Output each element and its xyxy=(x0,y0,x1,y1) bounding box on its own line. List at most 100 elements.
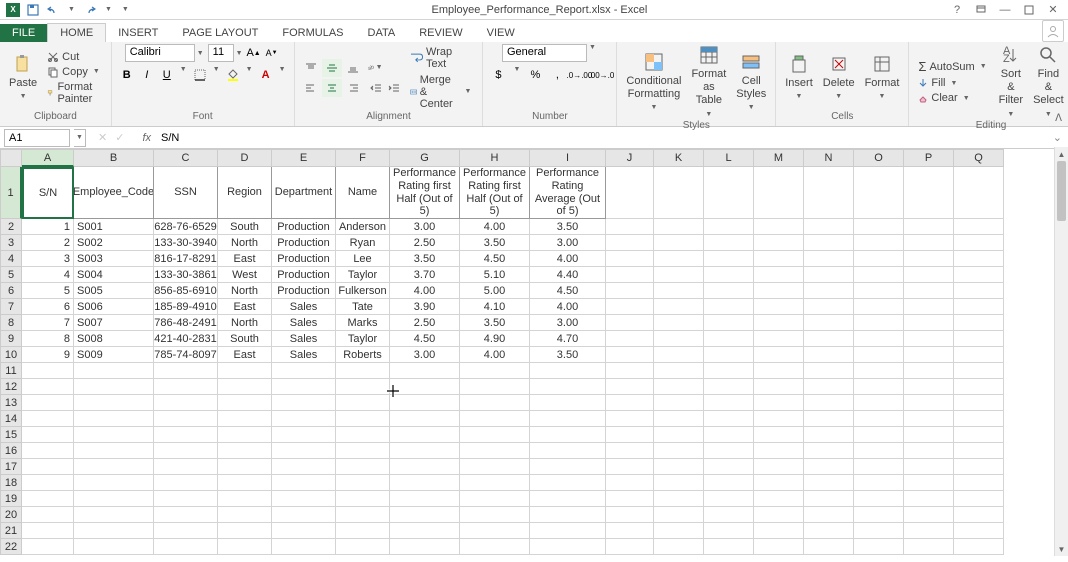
cell-H20[interactable] xyxy=(460,507,530,523)
comma-format-button[interactable]: , xyxy=(548,66,566,84)
column-header-C[interactable]: C xyxy=(154,149,218,167)
cut-button[interactable]: Cut xyxy=(44,50,105,64)
cell-D12[interactable] xyxy=(218,379,272,395)
row-header-7[interactable]: 7 xyxy=(0,299,22,315)
cell-N16[interactable] xyxy=(804,443,854,459)
cell-M2[interactable] xyxy=(754,219,804,235)
cell-L19[interactable] xyxy=(704,491,754,507)
increase-indent-button[interactable] xyxy=(385,79,403,97)
cell-G4[interactable]: 3.50 xyxy=(390,251,460,267)
cell-O10[interactable] xyxy=(854,347,904,363)
cell-F4[interactable]: Lee xyxy=(336,251,390,267)
scroll-up-icon[interactable]: ▲ xyxy=(1055,147,1068,161)
cell-C11[interactable] xyxy=(154,363,218,379)
cell-L20[interactable] xyxy=(704,507,754,523)
row-header-8[interactable]: 8 xyxy=(0,315,22,331)
cell-M12[interactable] xyxy=(754,379,804,395)
cell-M17[interactable] xyxy=(754,459,804,475)
cell-O4[interactable] xyxy=(854,251,904,267)
cell-D22[interactable] xyxy=(218,539,272,555)
cell-J2[interactable] xyxy=(606,219,654,235)
cell-G1[interactable]: Performance Rating first Half (Out of 5) xyxy=(390,167,460,219)
cell-B21[interactable] xyxy=(74,523,154,539)
align-middle-button[interactable] xyxy=(322,59,342,77)
cell-E17[interactable] xyxy=(272,459,336,475)
column-header-F[interactable]: F xyxy=(336,149,390,167)
row-header-11[interactable]: 11 xyxy=(0,363,22,379)
row-header-6[interactable]: 6 xyxy=(0,283,22,299)
cell-K17[interactable] xyxy=(654,459,704,475)
cell-E4[interactable]: Production xyxy=(272,251,336,267)
account-icon[interactable] xyxy=(1042,20,1064,42)
cell-G19[interactable] xyxy=(390,491,460,507)
column-header-Q[interactable]: Q xyxy=(954,149,1004,167)
clear-button[interactable]: Clear▼ xyxy=(915,91,991,105)
cell-L4[interactable] xyxy=(704,251,754,267)
redo-dropdown[interactable]: ▼ xyxy=(103,6,114,13)
cell-A17[interactable] xyxy=(22,459,74,475)
cell-C15[interactable] xyxy=(154,427,218,443)
cell-B10[interactable]: S009 xyxy=(74,347,154,363)
cell-O15[interactable] xyxy=(854,427,904,443)
font-name-select[interactable]: Calibri xyxy=(125,44,195,62)
cell-C7[interactable]: 185-89-4910 xyxy=(154,299,218,315)
cell-C5[interactable]: 133-30-3861 xyxy=(154,267,218,283)
cell-J8[interactable] xyxy=(606,315,654,331)
cell-D15[interactable] xyxy=(218,427,272,443)
cell-B11[interactable] xyxy=(74,363,154,379)
autosum-button[interactable]: ΣAutoSum▼ xyxy=(915,58,991,75)
formula-input[interactable]: S/N xyxy=(157,130,1047,146)
cell-E13[interactable] xyxy=(272,395,336,411)
cell-K21[interactable] xyxy=(654,523,704,539)
cell-L22[interactable] xyxy=(704,539,754,555)
cell-H5[interactable]: 5.10 xyxy=(460,267,530,283)
cell-I6[interactable]: 4.50 xyxy=(530,283,606,299)
column-header-J[interactable]: J xyxy=(606,149,654,167)
cell-D1[interactable]: Region xyxy=(218,167,272,219)
cell-K20[interactable] xyxy=(654,507,704,523)
accounting-format-button[interactable]: $ xyxy=(489,66,507,84)
cell-J17[interactable] xyxy=(606,459,654,475)
cell-L15[interactable] xyxy=(704,427,754,443)
cell-P16[interactable] xyxy=(904,443,954,459)
cell-B1[interactable]: Employee_Code xyxy=(74,167,154,219)
cell-A22[interactable] xyxy=(22,539,74,555)
tab-formulas[interactable]: FORMULAS xyxy=(270,24,355,42)
cell-J15[interactable] xyxy=(606,427,654,443)
cell-O18[interactable] xyxy=(854,475,904,491)
cell-N11[interactable] xyxy=(804,363,854,379)
cell-K3[interactable] xyxy=(654,235,704,251)
find-select-button[interactable]: Find & Select▼ xyxy=(1030,44,1067,120)
cell-A10[interactable]: 9 xyxy=(22,347,74,363)
merge-center-button[interactable]: Merge & Center▼ xyxy=(407,73,477,111)
cell-H2[interactable]: 4.00 xyxy=(460,219,530,235)
decrease-font-icon[interactable]: A▼ xyxy=(263,44,281,62)
cell-Q1[interactable] xyxy=(954,167,1004,219)
column-header-D[interactable]: D xyxy=(218,149,272,167)
cell-L14[interactable] xyxy=(704,411,754,427)
increase-font-icon[interactable]: A▲ xyxy=(245,44,263,62)
cell-I7[interactable]: 4.00 xyxy=(530,299,606,315)
cell-C13[interactable] xyxy=(154,395,218,411)
cell-L16[interactable] xyxy=(704,443,754,459)
font-size-select[interactable]: 11 xyxy=(208,44,234,62)
cell-J7[interactable] xyxy=(606,299,654,315)
cell-Q20[interactable] xyxy=(954,507,1004,523)
cell-E15[interactable] xyxy=(272,427,336,443)
cell-P2[interactable] xyxy=(904,219,954,235)
row-header-1[interactable]: 1 xyxy=(0,167,22,219)
cell-K5[interactable] xyxy=(654,267,704,283)
cell-N5[interactable] xyxy=(804,267,854,283)
cell-J11[interactable] xyxy=(606,363,654,379)
cell-M15[interactable] xyxy=(754,427,804,443)
cell-L21[interactable] xyxy=(704,523,754,539)
cell-N2[interactable] xyxy=(804,219,854,235)
cell-A21[interactable] xyxy=(22,523,74,539)
cell-D5[interactable]: West xyxy=(218,267,272,283)
cell-B16[interactable] xyxy=(74,443,154,459)
decrease-decimal-button[interactable]: .00→.0 xyxy=(592,66,610,84)
cell-B19[interactable] xyxy=(74,491,154,507)
cell-C6[interactable]: 856-85-6910 xyxy=(154,283,218,299)
cell-O9[interactable] xyxy=(854,331,904,347)
cell-H1[interactable]: Performance Rating first Half (Out of 5) xyxy=(460,167,530,219)
